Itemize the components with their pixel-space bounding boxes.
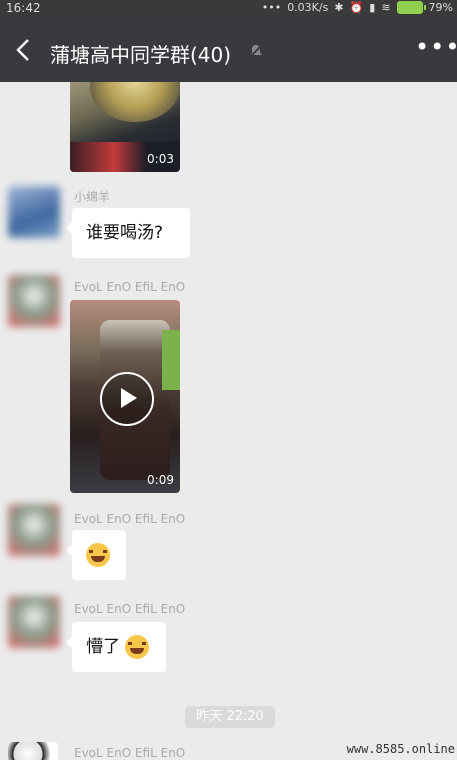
chat-area[interactable]: 0:03 小绵羊 谁要喝汤? EvoL EnO EfiL EnO 0:09 Ev… xyxy=(0,82,457,760)
avatar[interactable] xyxy=(8,186,60,238)
watermark: www.8585.online xyxy=(346,742,455,756)
message-bubble[interactable]: 谁要喝汤? xyxy=(66,208,190,258)
status-bar: 16:42 ••• 0.03K/s ✱ ⏰ ▮ ≋ 79% xyxy=(0,0,457,18)
video-message[interactable]: 0:09 xyxy=(70,300,180,493)
avatar[interactable] xyxy=(8,596,60,648)
message-text: 懵了 xyxy=(86,637,120,657)
chat-header: 蒲塘高中同学群(40) ••• xyxy=(0,18,457,82)
play-icon[interactable] xyxy=(100,371,154,426)
battery-percent: 79% xyxy=(428,1,453,14)
bluetooth-icon: ✱ xyxy=(334,1,344,14)
message-bubble[interactable] xyxy=(66,530,126,580)
sender-name: EvoL EnO EfiL EnO xyxy=(74,602,186,616)
video-duration: 0:03 xyxy=(147,152,174,166)
laughing-tears-emoji-icon xyxy=(125,635,150,659)
status-icons: ••• 0.03K/s ✱ ⏰ ▮ ≋ 79% xyxy=(262,1,453,14)
status-time: 16:42 xyxy=(6,1,41,15)
message-bubble[interactable]: 懵了 xyxy=(66,622,166,672)
back-arrow-icon[interactable] xyxy=(12,38,34,62)
chat-title: 蒲塘高中同学群(40) xyxy=(50,43,232,67)
battery-icon xyxy=(396,1,426,14)
avatar[interactable] xyxy=(8,742,58,760)
message-text: 谁要喝汤? xyxy=(86,223,164,243)
network-speed: 0.03K/s xyxy=(287,1,329,14)
video-message[interactable]: 0:03 xyxy=(70,82,180,172)
mute-bell-icon xyxy=(249,44,263,58)
laughing-tears-emoji-icon xyxy=(86,543,110,567)
sender-name: EvoL EnO EfiL EnO xyxy=(74,280,186,294)
sender-name: EvoL EnO EfiL EnO xyxy=(74,512,186,526)
wifi-icon: ≋ xyxy=(381,1,391,14)
more-dots-icon: ••• xyxy=(261,1,282,14)
avatar[interactable] xyxy=(8,504,60,556)
signal-icon: ▮ xyxy=(369,1,376,14)
sender-name: 小绵羊 xyxy=(74,190,111,204)
alarm-icon: ⏰ xyxy=(349,1,364,14)
video-duration: 0:09 xyxy=(147,473,174,487)
time-separator: 昨天 22:20 xyxy=(185,706,275,728)
sender-name: EvoL EnO EfiL EnO xyxy=(74,746,186,760)
avatar[interactable] xyxy=(8,275,60,327)
more-options-icon[interactable]: ••• xyxy=(415,35,457,59)
